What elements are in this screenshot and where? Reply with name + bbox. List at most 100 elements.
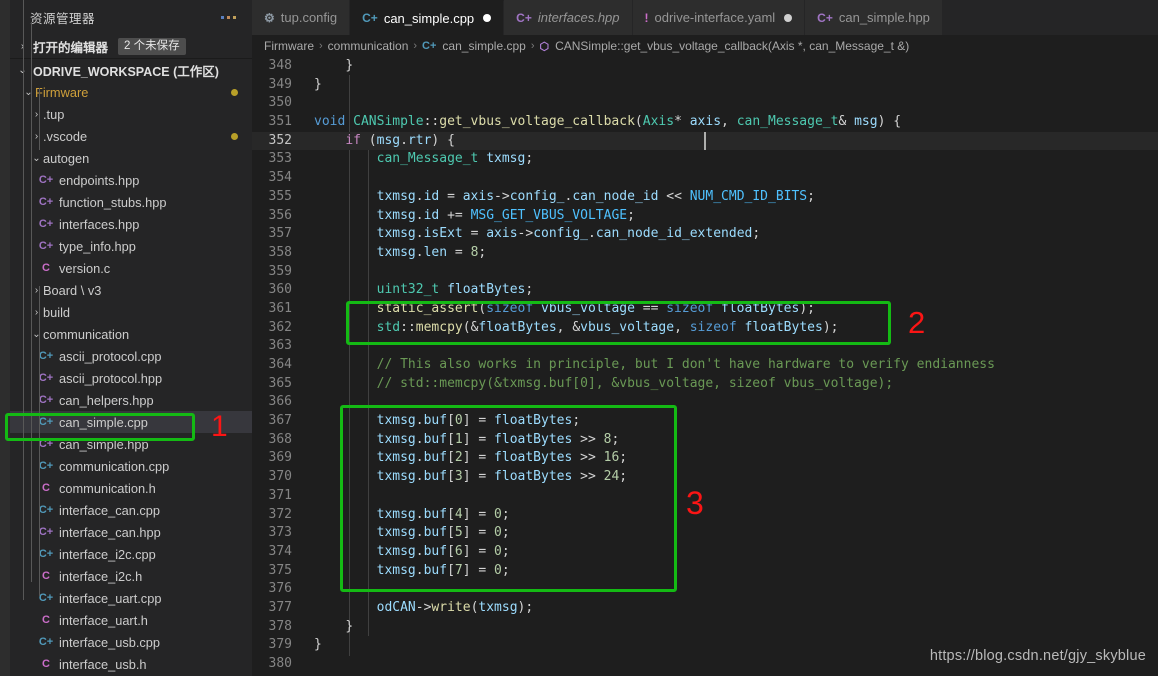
breadcrumb-item[interactable]: C+ can_simple.cpp [422,39,526,53]
open-editors-section[interactable]: › 打开的编辑器 2 个未保存 [10,35,252,58]
code-text: if (msg.rtr) { [345,132,455,148]
tab-bar-empty-space [942,0,1158,35]
code-line-349[interactable]: 349} [252,76,1158,95]
code-line-376[interactable]: 376 [252,580,1158,599]
tree-item-communication-h[interactable]: Ccommunication.h [10,477,252,499]
code-line-348[interactable]: 348 } [252,57,1158,76]
code-line-355[interactable]: 355 txmsg.id = axis->config_.can_node_id… [252,188,1158,207]
line-number: 378 [268,618,292,634]
code-line-350[interactable]: 350 [252,94,1158,113]
tree-item-interfaces-hpp[interactable]: C+ interfaces.hpp [10,213,252,235]
tree-item-firmware[interactable]: ⌄ Firmware [10,81,252,103]
tree-item--vscode[interactable]: › .vscode [10,125,252,147]
code-line-357[interactable]: 357 txmsg.isExt = axis->config_.can_node… [252,225,1158,244]
tree-item-interface-can-hpp[interactable]: C+ interface_can.hpp [10,521,252,543]
code-editor[interactable]: 348 } 349} 350 351 void CANSimple::get_vbus_… [252,57,1158,676]
tree-item-interface-i2c-h[interactable]: Cinterface_i2c.h [10,565,252,587]
code-line-363[interactable]: 363 [252,337,1158,356]
tree-item-can-simple-hpp[interactable]: C+ can_simple.hpp [10,433,252,455]
dirty-indicator-dot [231,133,238,140]
tree-item-board-v3[interactable]: › Board \ v3 [10,279,252,301]
code-line-361[interactable]: 361 static_assert(sizeof vbus_voltage ==… [252,300,1158,319]
tab-dirty-dot[interactable] [483,14,492,22]
hpp-file-icon: C+ [38,438,54,450]
code-line-378[interactable]: 378 } [252,618,1158,637]
tree-item-ascii-protocol-cpp[interactable]: C+ ascii_protocol.cpp [10,345,252,367]
code-line-366[interactable]: 366 [252,393,1158,412]
tree-item-interface-uart-cpp[interactable]: C+ interface_uart.cpp [10,587,252,609]
code-text: txmsg.buf[1] = floatBytes >> 8; [376,431,620,447]
tree-item-version-c[interactable]: Cversion.c [10,257,252,279]
code-line-360[interactable]: 360 uint32_t floatBytes; [252,281,1158,300]
code-line-377[interactable]: 377 odCAN->write(txmsg); [252,599,1158,618]
code-line-356[interactable]: 356 txmsg.id += MSG_GET_VBUS_VOLTAGE; [252,207,1158,226]
code-line-372[interactable]: 372 txmsg.buf[4] = 0; [252,506,1158,525]
code-text: // std::memcpy(&txmsg.buf[0], &vbus_volt… [376,375,894,391]
code-line-353[interactable]: 353 can_Message_t txmsg; [252,150,1158,169]
code-text: // This also works in principle, but I d… [376,357,995,372]
line-number: 360 [268,282,292,298]
tree-item-function-stubs-hpp[interactable]: C+ function_stubs.hpp [10,191,252,213]
line-number: 353 [268,151,292,167]
workspace-label: ODRIVE_WORKSPACE (工作区) [33,64,219,79]
line-number: 379 [268,637,292,653]
line-number: 358 [268,244,292,260]
tree-item-build[interactable]: › build [10,301,252,323]
tree-item-interface-usb-cpp[interactable]: C+ interface_usb.cpp [10,631,252,653]
tree-item-type-info-hpp[interactable]: C+ type_info.hpp [10,235,252,257]
tree-item-autogen[interactable]: ⌄ autogen [10,147,252,169]
workspace-section[interactable]: ⌄ ODRIVE_WORKSPACE (工作区) [10,58,252,81]
breadcrumb-label: Firmware [264,39,314,53]
code-line-354[interactable]: 354 [252,169,1158,188]
tab-can-simple-cpp[interactable]: C+ can_simple.cpp [350,0,505,35]
code-line-365[interactable]: 365 // std::memcpy(&txmsg.buf[0], &vbus_… [252,375,1158,394]
tree-item-interface-usb-h[interactable]: Cinterface_usb.h [10,653,252,675]
ellipsis-icon[interactable] [217,13,240,22]
tab-dirty-dot[interactable] [784,13,793,22]
code-line-368[interactable]: 368 txmsg.buf[1] = floatBytes >> 8; [252,431,1158,450]
tree-item-interface-i2c-cpp[interactable]: C+ interface_i2c.cpp [10,543,252,565]
tree-item-communication-cpp[interactable]: C+ communication.cpp [10,455,252,477]
code-line-375[interactable]: 375 txmsg.buf[7] = 0; [252,562,1158,581]
tree-item-interface-can-cpp[interactable]: C+ interface_can.cpp [10,499,252,521]
code-line-364[interactable]: 364 // This also works in principle, but… [252,356,1158,375]
tree-item-label: communication.h [59,480,156,496]
activity-bar[interactable] [0,0,10,676]
code-line-371[interactable]: 371 [252,487,1158,506]
breadcrumb-item[interactable]: ⬡ CANSimple::get_vbus_voltage_callback(Ax… [539,39,909,53]
code-line-362[interactable]: 362 std::memcpy(&floatBytes, &vbus_volta… [252,319,1158,338]
code-line-351[interactable]: 351 void CANSimple::get_vbus_voltage_call… [252,113,1158,132]
tree-item-communication[interactable]: ⌄ communication [10,323,252,345]
code-line-359[interactable]: 359 [252,263,1158,282]
tab-can-simple-hpp[interactable]: C+ can_simple.hpp [805,0,943,35]
tree-item-label: communication [43,326,130,342]
tree-item-endpoints-hpp[interactable]: C+ endpoints.hpp [10,169,252,191]
hpp-file-icon: C+ [38,174,54,186]
code-text: odCAN->write(txmsg); [376,599,534,615]
code-line-374[interactable]: 374 txmsg.buf[6] = 0; [252,543,1158,562]
tab-odrive-interface-yaml[interactable]: ! odrive-interface.yaml [632,0,806,35]
line-number: 370 [268,469,292,485]
breadcrumb-label: communication [327,39,409,53]
tab-label: can_simple.cpp [383,10,475,26]
tree-item-interface-uart-h[interactable]: Cinterface_uart.h [10,609,252,631]
code-line-358[interactable]: 358 txmsg.len = 8; [252,244,1158,263]
breadcrumb-item[interactable]: communication [328,39,409,53]
tree-item--tup[interactable]: › .tup [10,103,252,125]
code-line-373[interactable]: 373 txmsg.buf[5] = 0; [252,524,1158,543]
code-line-370[interactable]: 370 txmsg.buf[3] = floatBytes >> 24; [252,468,1158,487]
tree-item-ascii-protocol-hpp[interactable]: C+ ascii_protocol.hpp [10,367,252,389]
tab-tup-config[interactable]: ⚙ tup.config [252,0,351,35]
code-text: txmsg.buf[2] = floatBytes >> 16; [376,450,628,466]
c-file-icon: C [42,614,50,626]
code-line-367[interactable]: 367 txmsg.buf[0] = floatBytes; [252,412,1158,431]
tree-indent-guide [39,88,40,150]
tree-item-can-simple-cpp[interactable]: C+ can_simple.cpp [10,411,252,433]
tree-item-can-helpers-hpp[interactable]: C+ can_helpers.hpp [10,389,252,411]
breadcrumb-item[interactable]: Firmware [264,39,314,53]
code-line-369[interactable]: 369 txmsg.buf[2] = floatBytes >> 16; [252,449,1158,468]
code-text: static_assert(sizeof vbus_voltage == siz… [376,300,815,316]
tab-interfaces-hpp[interactable]: C+ interfaces.hpp [504,0,633,35]
